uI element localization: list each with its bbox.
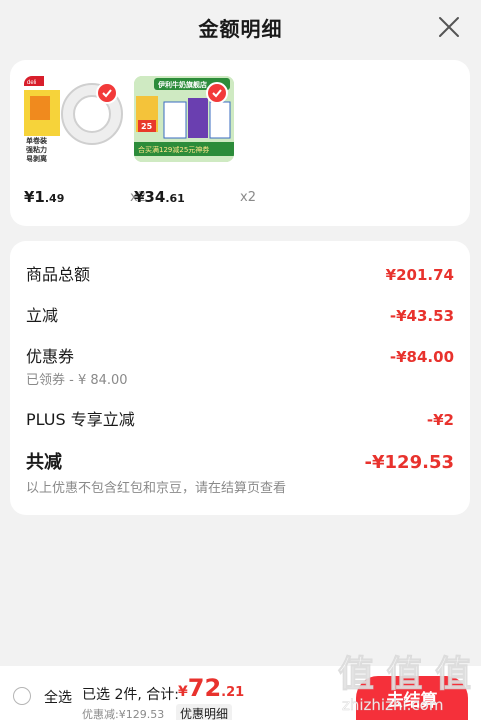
detail-row-coupon: 优惠券 -¥84.00	[26, 347, 454, 366]
svg-text:合买满129减25元神券: 合买满129减25元神券	[138, 145, 209, 154]
coupon-sub-text: 已领券 - ¥ 84.00	[26, 373, 128, 388]
discount-details-link[interactable]: 优惠明细	[176, 704, 233, 720]
selected-check-icon[interactable]	[206, 82, 228, 104]
product-image-tape[interactable]: deli 单卷装 强粘力 易剥离	[24, 76, 124, 162]
discount-summary: 优惠减:¥129.53	[82, 708, 165, 720]
svg-text:单卷装: 单卷装	[26, 136, 47, 145]
product-item[interactable]: deli 单卷装 强粘力 易剥离 ¥1.49 x2	[24, 76, 146, 206]
brand-logo: deli	[27, 80, 36, 86]
detail-row-saved-total: 共减 -¥129.53	[26, 452, 454, 473]
product-price: ¥34.61	[134, 188, 185, 206]
detail-row-total: 商品总额 ¥201.74	[26, 265, 454, 284]
details-note: 以上优惠不包含红包和京豆，请在结算页查看	[26, 481, 287, 496]
svg-text:易剥离: 易剥离	[26, 154, 47, 162]
svg-text:伊利牛奶旗舰店: 伊利牛奶旗舰店	[157, 80, 207, 89]
selected-check-icon[interactable]	[96, 82, 118, 104]
product-list-card: deli 单卷装 强粘力 易剥离 ¥1.49 x2 伊利牛奶旗舰店 25 合买满…	[10, 60, 470, 226]
detail-row-plus: PLUS 专享立减 -¥2	[26, 410, 454, 429]
selected-summary: 已选 2件, 合计:	[82, 687, 179, 703]
product-item[interactable]: 伊利牛奶旗舰店 25 合买满129减25元神券 ¥34.61 x2	[134, 76, 256, 206]
close-icon[interactable]	[437, 15, 461, 39]
product-price: ¥1.49	[24, 188, 65, 206]
price-details-card: 商品总额 ¥201.74 立减 -¥43.53 优惠券 -¥84.00 已领券 …	[10, 241, 470, 515]
header: 金额明细	[0, 0, 481, 54]
select-all-radio[interactable]	[13, 687, 31, 705]
product-image-milk[interactable]: 伊利牛奶旗舰店 25 合买满129减25元神券	[134, 76, 234, 162]
detail-row-instant: 立减 -¥43.53	[26, 306, 454, 325]
svg-text:25: 25	[141, 122, 153, 131]
select-all-label[interactable]: 全选	[44, 687, 72, 707]
checkout-button[interactable]: 去结算	[356, 676, 468, 720]
svg-text:强粘力: 强粘力	[26, 145, 47, 154]
product-quantity: x2	[240, 190, 256, 205]
page-title: 金额明细	[198, 16, 283, 41]
total-amount: ¥72.21	[178, 674, 245, 702]
